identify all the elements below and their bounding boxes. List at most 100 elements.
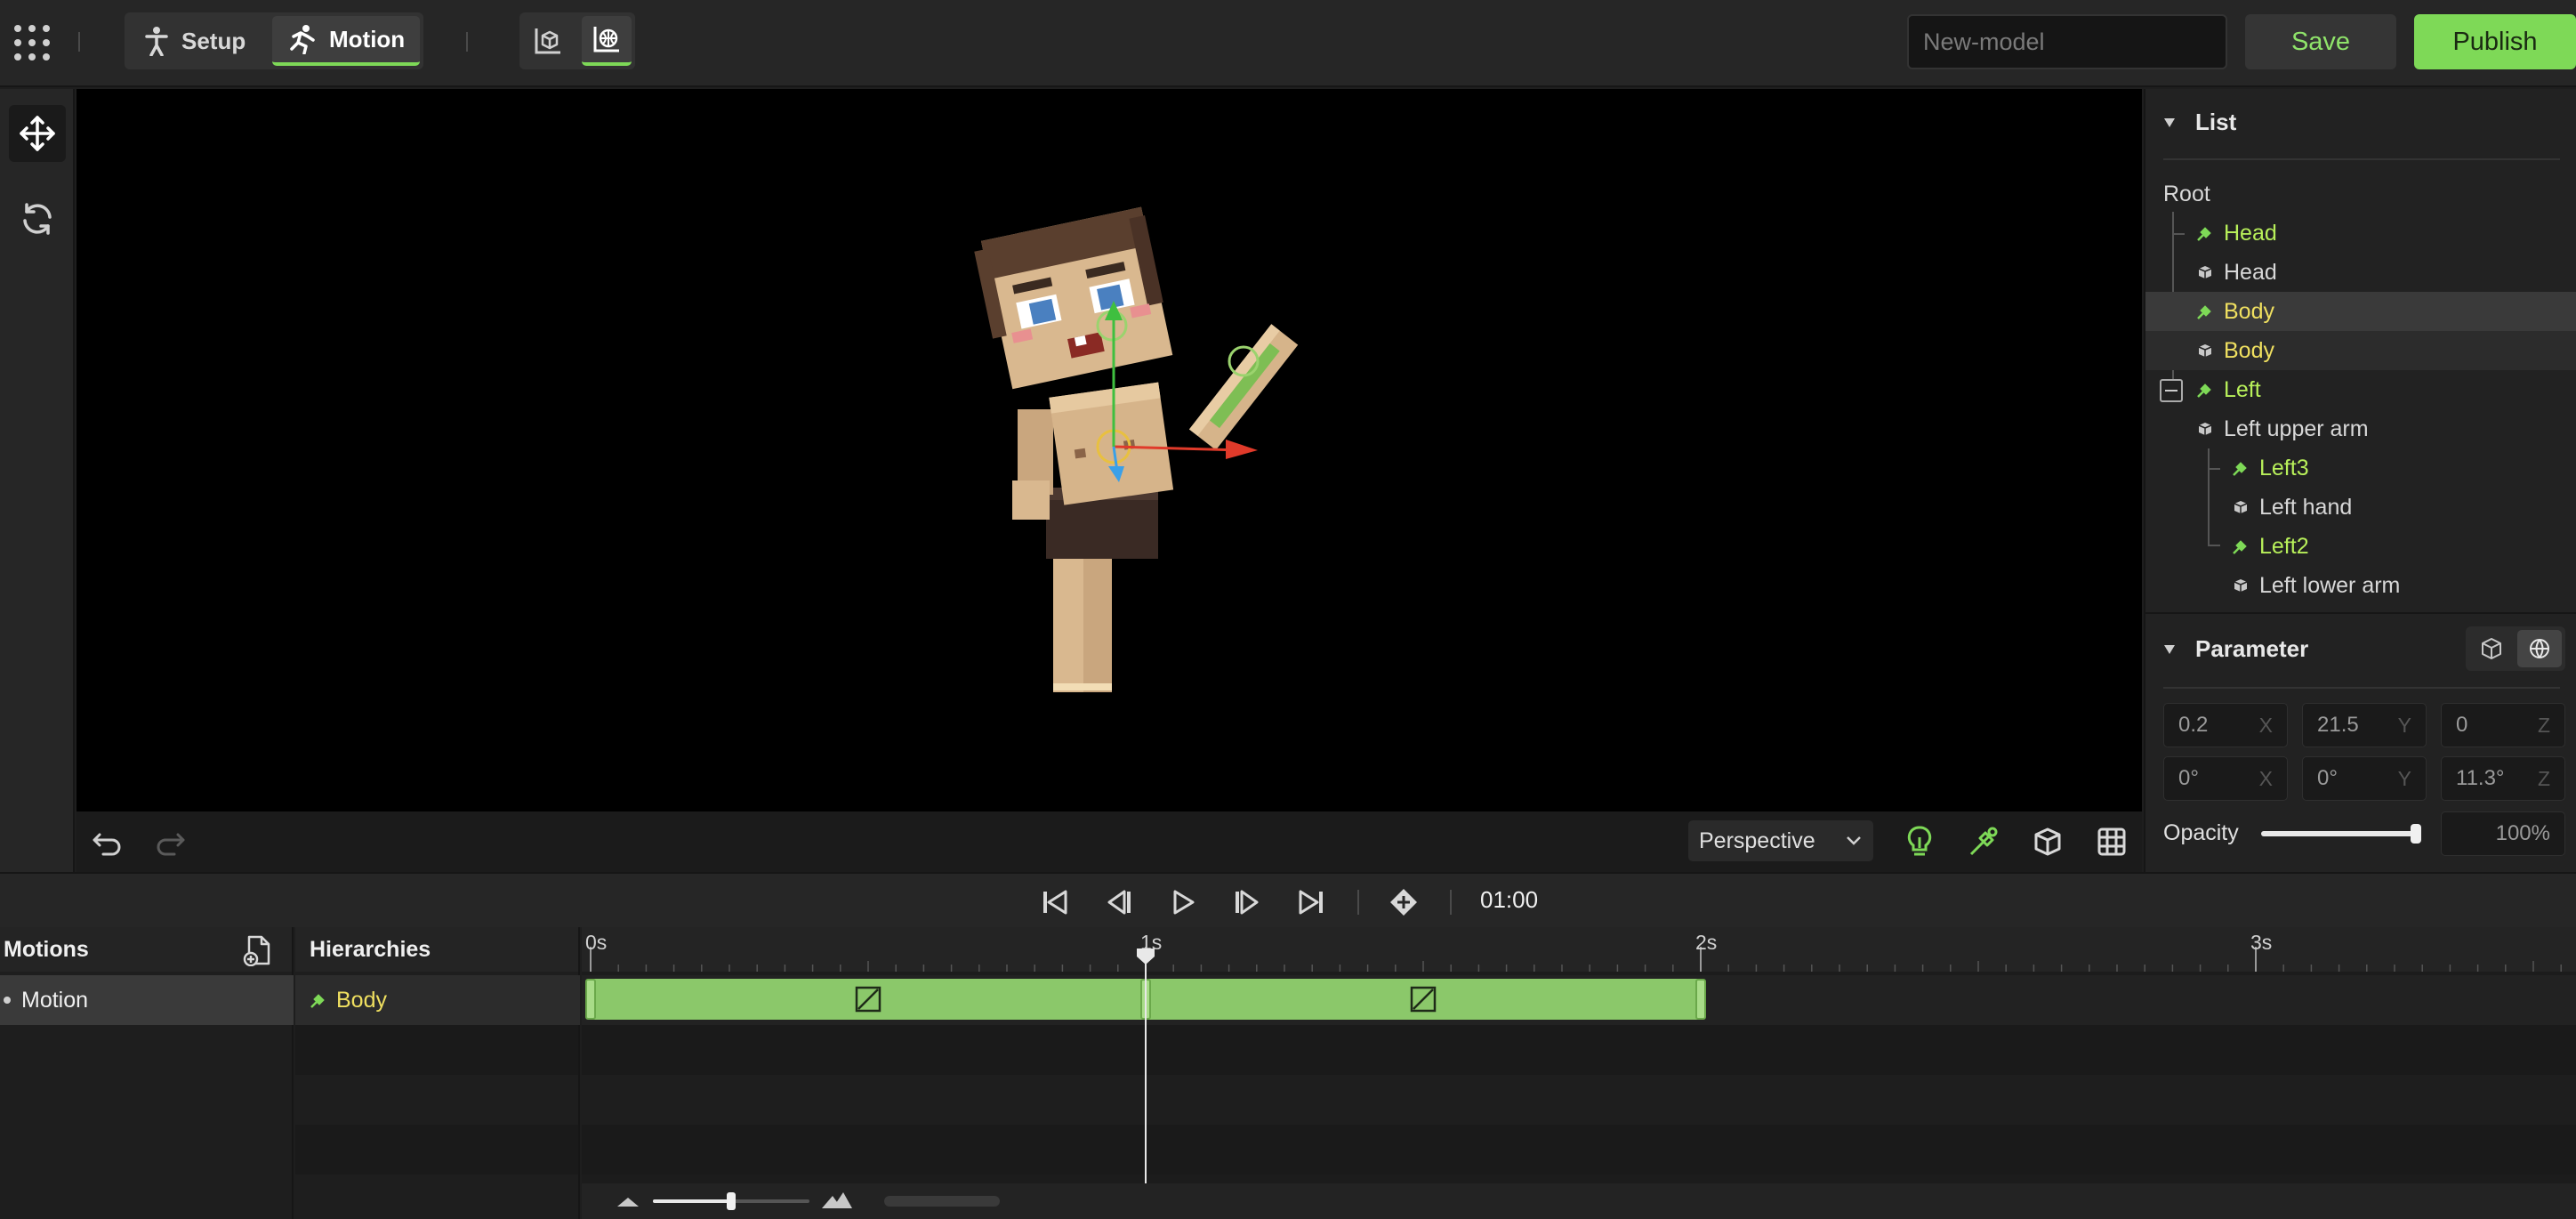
keyframe-handle[interactable] xyxy=(1695,979,1706,1020)
tree-item-head-mesh[interactable]: Head xyxy=(2145,253,2576,292)
next-frame-button[interactable] xyxy=(1229,884,1265,920)
opacity-value-field[interactable]: 100% xyxy=(2441,811,2565,856)
tree-item-left-upper-arm-mesh[interactable]: Left upper arm xyxy=(2145,409,2576,448)
tree-item-left-lower-arm-mesh[interactable]: Left lower arm xyxy=(2145,566,2576,605)
mesh-display-button[interactable] xyxy=(2028,822,2067,861)
mode-switcher: Setup Motion xyxy=(125,12,423,69)
app-menu-icon[interactable] xyxy=(12,23,52,62)
zoom-out-icon[interactable] xyxy=(616,1194,640,1208)
list-section-header[interactable]: List xyxy=(2163,109,2236,136)
world-space-button[interactable] xyxy=(2517,630,2562,667)
zoom-slider[interactable] xyxy=(653,1192,809,1210)
projection-select[interactable]: Perspective xyxy=(1688,820,1873,861)
publish-button[interactable]: Publish xyxy=(2414,14,2576,69)
bone-view-button[interactable] xyxy=(582,16,632,66)
bone-icon xyxy=(2231,537,2250,556)
light-toggle-button[interactable] xyxy=(1900,822,1939,861)
person-standing-icon xyxy=(144,26,169,56)
toolbar-divider xyxy=(1450,890,1452,915)
motion-mode-button[interactable]: Motion xyxy=(272,16,420,66)
globe-icon xyxy=(2528,637,2551,660)
add-motion-button[interactable] xyxy=(242,934,274,966)
tree-item-label: Head xyxy=(2224,259,2277,285)
mesh-view-button[interactable] xyxy=(523,16,573,66)
timeline-scrollbar[interactable] xyxy=(884,1196,1000,1207)
skip-start-icon xyxy=(1041,889,1069,916)
ruler-label: 0s xyxy=(585,931,608,954)
move-tool-button[interactable] xyxy=(9,105,66,162)
step-back-icon xyxy=(1105,889,1133,916)
3d-viewport[interactable] xyxy=(76,89,2142,811)
bone-view-icon xyxy=(592,24,622,54)
play-button[interactable] xyxy=(1165,884,1201,920)
undo-button[interactable] xyxy=(87,822,126,861)
position-y-field[interactable]: 21.5 Y xyxy=(2302,703,2427,747)
field-value: 11.3° xyxy=(2456,766,2505,790)
previous-frame-button[interactable] xyxy=(1101,884,1137,920)
tree-item-label: Left hand xyxy=(2259,494,2353,520)
playhead[interactable] xyxy=(1137,949,1155,1217)
motion-list-item[interactable]: Motion xyxy=(0,975,294,1025)
rotate-tool-button[interactable] xyxy=(9,190,66,247)
empty-row xyxy=(295,1125,578,1175)
grid-toggle-button[interactable] xyxy=(2092,822,2131,861)
tree-item-left3-bone[interactable]: Left3 xyxy=(2145,448,2576,488)
tree-item-body-bone[interactable]: Body xyxy=(2145,292,2576,331)
parameter-title: Parameter xyxy=(2195,635,2309,662)
add-keyframe-button[interactable] xyxy=(1386,884,1421,920)
model-name-input[interactable] xyxy=(1907,14,2227,69)
position-x-field[interactable]: 0.2 X xyxy=(2163,703,2288,747)
opacity-slider-thumb[interactable] xyxy=(2411,824,2421,844)
local-space-button[interactable] xyxy=(2469,630,2514,667)
tree-item-left-bone[interactable]: Left xyxy=(2145,370,2576,409)
easing-linear-icon[interactable] xyxy=(1410,986,1437,1013)
hierarchies-title: Hierarchies xyxy=(310,936,431,962)
rotation-z-field[interactable]: 11.3° Z xyxy=(2441,756,2565,801)
axis-label: Z xyxy=(2537,713,2550,737)
zoom-slider-thumb[interactable] xyxy=(727,1192,736,1210)
setup-mode-button[interactable]: Setup xyxy=(128,16,263,66)
hierarchies-header: Hierarchies xyxy=(295,927,578,972)
position-z-field[interactable]: 0 Z xyxy=(2441,703,2565,747)
skip-to-start-button[interactable] xyxy=(1037,884,1073,920)
hierarchy-item-body[interactable]: Body xyxy=(295,975,580,1025)
save-button[interactable]: Save xyxy=(2245,14,2396,69)
ruler-label: 3s xyxy=(2250,931,2273,954)
keyframe-handle[interactable] xyxy=(585,979,596,1020)
bone-icon xyxy=(2231,458,2250,478)
rotation-x-field[interactable]: 0° X xyxy=(2163,756,2288,801)
mesh-cube-icon xyxy=(2195,262,2215,282)
tree-item-body-mesh[interactable]: Body xyxy=(2145,331,2576,370)
person-running-icon xyxy=(288,24,317,54)
tree-item-head-bone[interactable]: Head xyxy=(2145,214,2576,253)
zoom-slider-fill xyxy=(653,1199,731,1203)
voxel-character-render[interactable] xyxy=(76,89,2142,811)
rotation-y-field[interactable]: 0° Y xyxy=(2302,756,2427,801)
easing-linear-icon[interactable] xyxy=(855,986,881,1013)
skip-to-end-button[interactable] xyxy=(1293,884,1329,920)
mesh-cube-icon xyxy=(2231,497,2250,517)
field-value: 0.2 xyxy=(2178,713,2209,737)
tree-item-left2-bone[interactable]: Left2 xyxy=(2145,527,2576,566)
toolbar-divider xyxy=(1357,890,1359,915)
field-value: 100% xyxy=(2495,821,2550,845)
empty-row xyxy=(582,1075,2576,1125)
divider xyxy=(2163,687,2560,689)
field-value: 0 xyxy=(2456,713,2468,737)
tree-item-left-hand-mesh[interactable]: Left hand xyxy=(2145,488,2576,527)
parameter-section-header[interactable]: Parameter xyxy=(2163,635,2308,663)
zoom-in-icon[interactable] xyxy=(820,1191,854,1210)
timeline[interactable]: 0s 1s 2s 3s xyxy=(582,927,2576,1219)
redo-icon xyxy=(155,826,187,858)
bone-display-button[interactable] xyxy=(1964,822,2003,861)
hierarchy-item-label: Body xyxy=(336,987,387,1013)
redo-button[interactable] xyxy=(151,822,190,861)
inspector-panel: List Root Head Head Body Body Left Left … xyxy=(2144,89,2576,872)
axis-label: Y xyxy=(2397,713,2411,737)
add-file-icon xyxy=(242,934,274,966)
opacity-slider[interactable] xyxy=(2261,824,2421,844)
empty-row xyxy=(295,1025,578,1075)
bone-pen-icon xyxy=(1968,826,2000,858)
ruler-ticks xyxy=(590,947,2562,972)
grid-icon xyxy=(2096,826,2128,858)
